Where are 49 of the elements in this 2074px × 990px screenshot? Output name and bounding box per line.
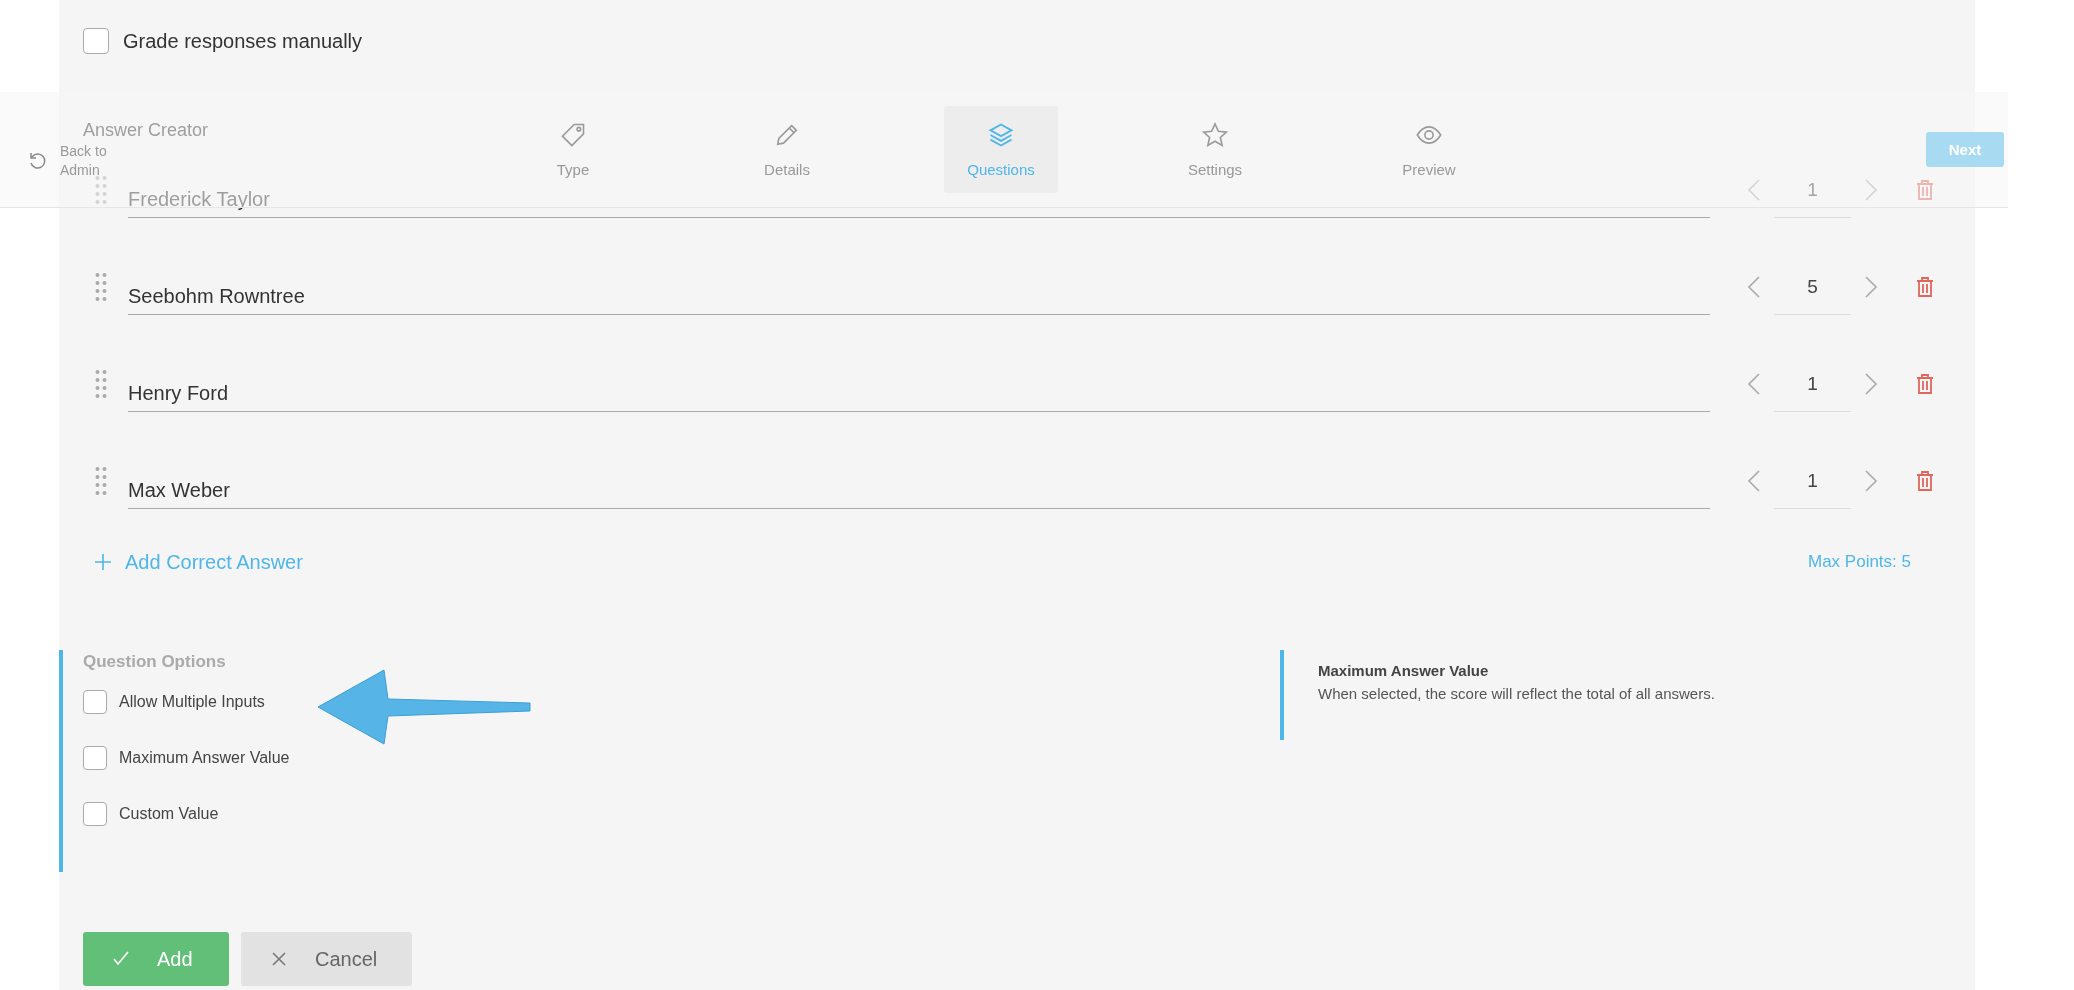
checkbox[interactable] [83,802,107,826]
undo-icon[interactable] [28,150,48,171]
checkbox[interactable] [83,690,107,714]
chevron-right-icon[interactable] [1864,275,1878,299]
trash-icon[interactable] [1915,373,1935,395]
checkbox-label: Custom Value [119,805,219,823]
drag-handle-icon[interactable] [95,272,107,302]
section-title: Answer Creator [83,119,209,142]
points-field[interactable]: 1 [1774,162,1851,218]
tag-icon [559,121,587,149]
back-link[interactable]: Back to Admin [60,141,120,180]
plus-icon [95,554,111,570]
chevron-left-icon[interactable] [1747,372,1761,396]
chevron-right-icon[interactable] [1864,178,1878,202]
drag-handle-icon[interactable] [95,175,107,205]
nav-tab[interactable]: Questions [944,106,1058,193]
add-button[interactable]: Add [83,932,229,986]
checkbox-label: Maximum Answer Value [119,749,290,767]
info-description: When selected, the score will reflect the total of all answers. [1318,685,1715,702]
chevron-left-icon[interactable] [1747,275,1761,299]
next-button[interactable]: Next [1926,132,2004,167]
chevron-left-icon[interactable] [1747,178,1761,202]
trash-icon[interactable] [1915,470,1935,492]
chevron-right-icon[interactable] [1864,469,1878,493]
drag-handle-icon[interactable] [95,369,107,399]
points-field[interactable]: 1 [1774,356,1851,412]
star-icon [1201,121,1229,149]
max-points-label: Max Points: 5 [1808,552,1911,572]
trash-icon[interactable] [1915,276,1935,298]
info-title: Maximum Answer Value [1318,662,1490,679]
add-answer-link[interactable]: Add Correct Answer [95,550,303,574]
check-icon [113,951,129,967]
points-field[interactable]: 1 [1774,453,1851,509]
layers-icon [987,121,1015,149]
answer-field[interactable]: Seebohm Rowntree [128,278,1710,315]
checkbox-label: Grade responses manually [123,29,362,53]
points-field[interactable]: 5 [1774,259,1851,315]
answer-field[interactable]: Max Weber [128,472,1710,509]
chevron-left-icon[interactable] [1747,469,1761,493]
chevron-right-icon[interactable] [1864,372,1878,396]
cancel-button[interactable]: Cancel [241,932,412,986]
checkbox-label: Allow Multiple Inputs [119,693,265,711]
close-icon [271,951,287,967]
answer-field[interactable]: Henry Ford [128,375,1710,412]
drag-handle-icon[interactable] [95,466,107,496]
checkbox[interactable] [83,746,107,770]
trash-icon[interactable] [1915,179,1935,201]
checkbox[interactable] [83,28,109,54]
section-title: Question Options [83,651,227,673]
